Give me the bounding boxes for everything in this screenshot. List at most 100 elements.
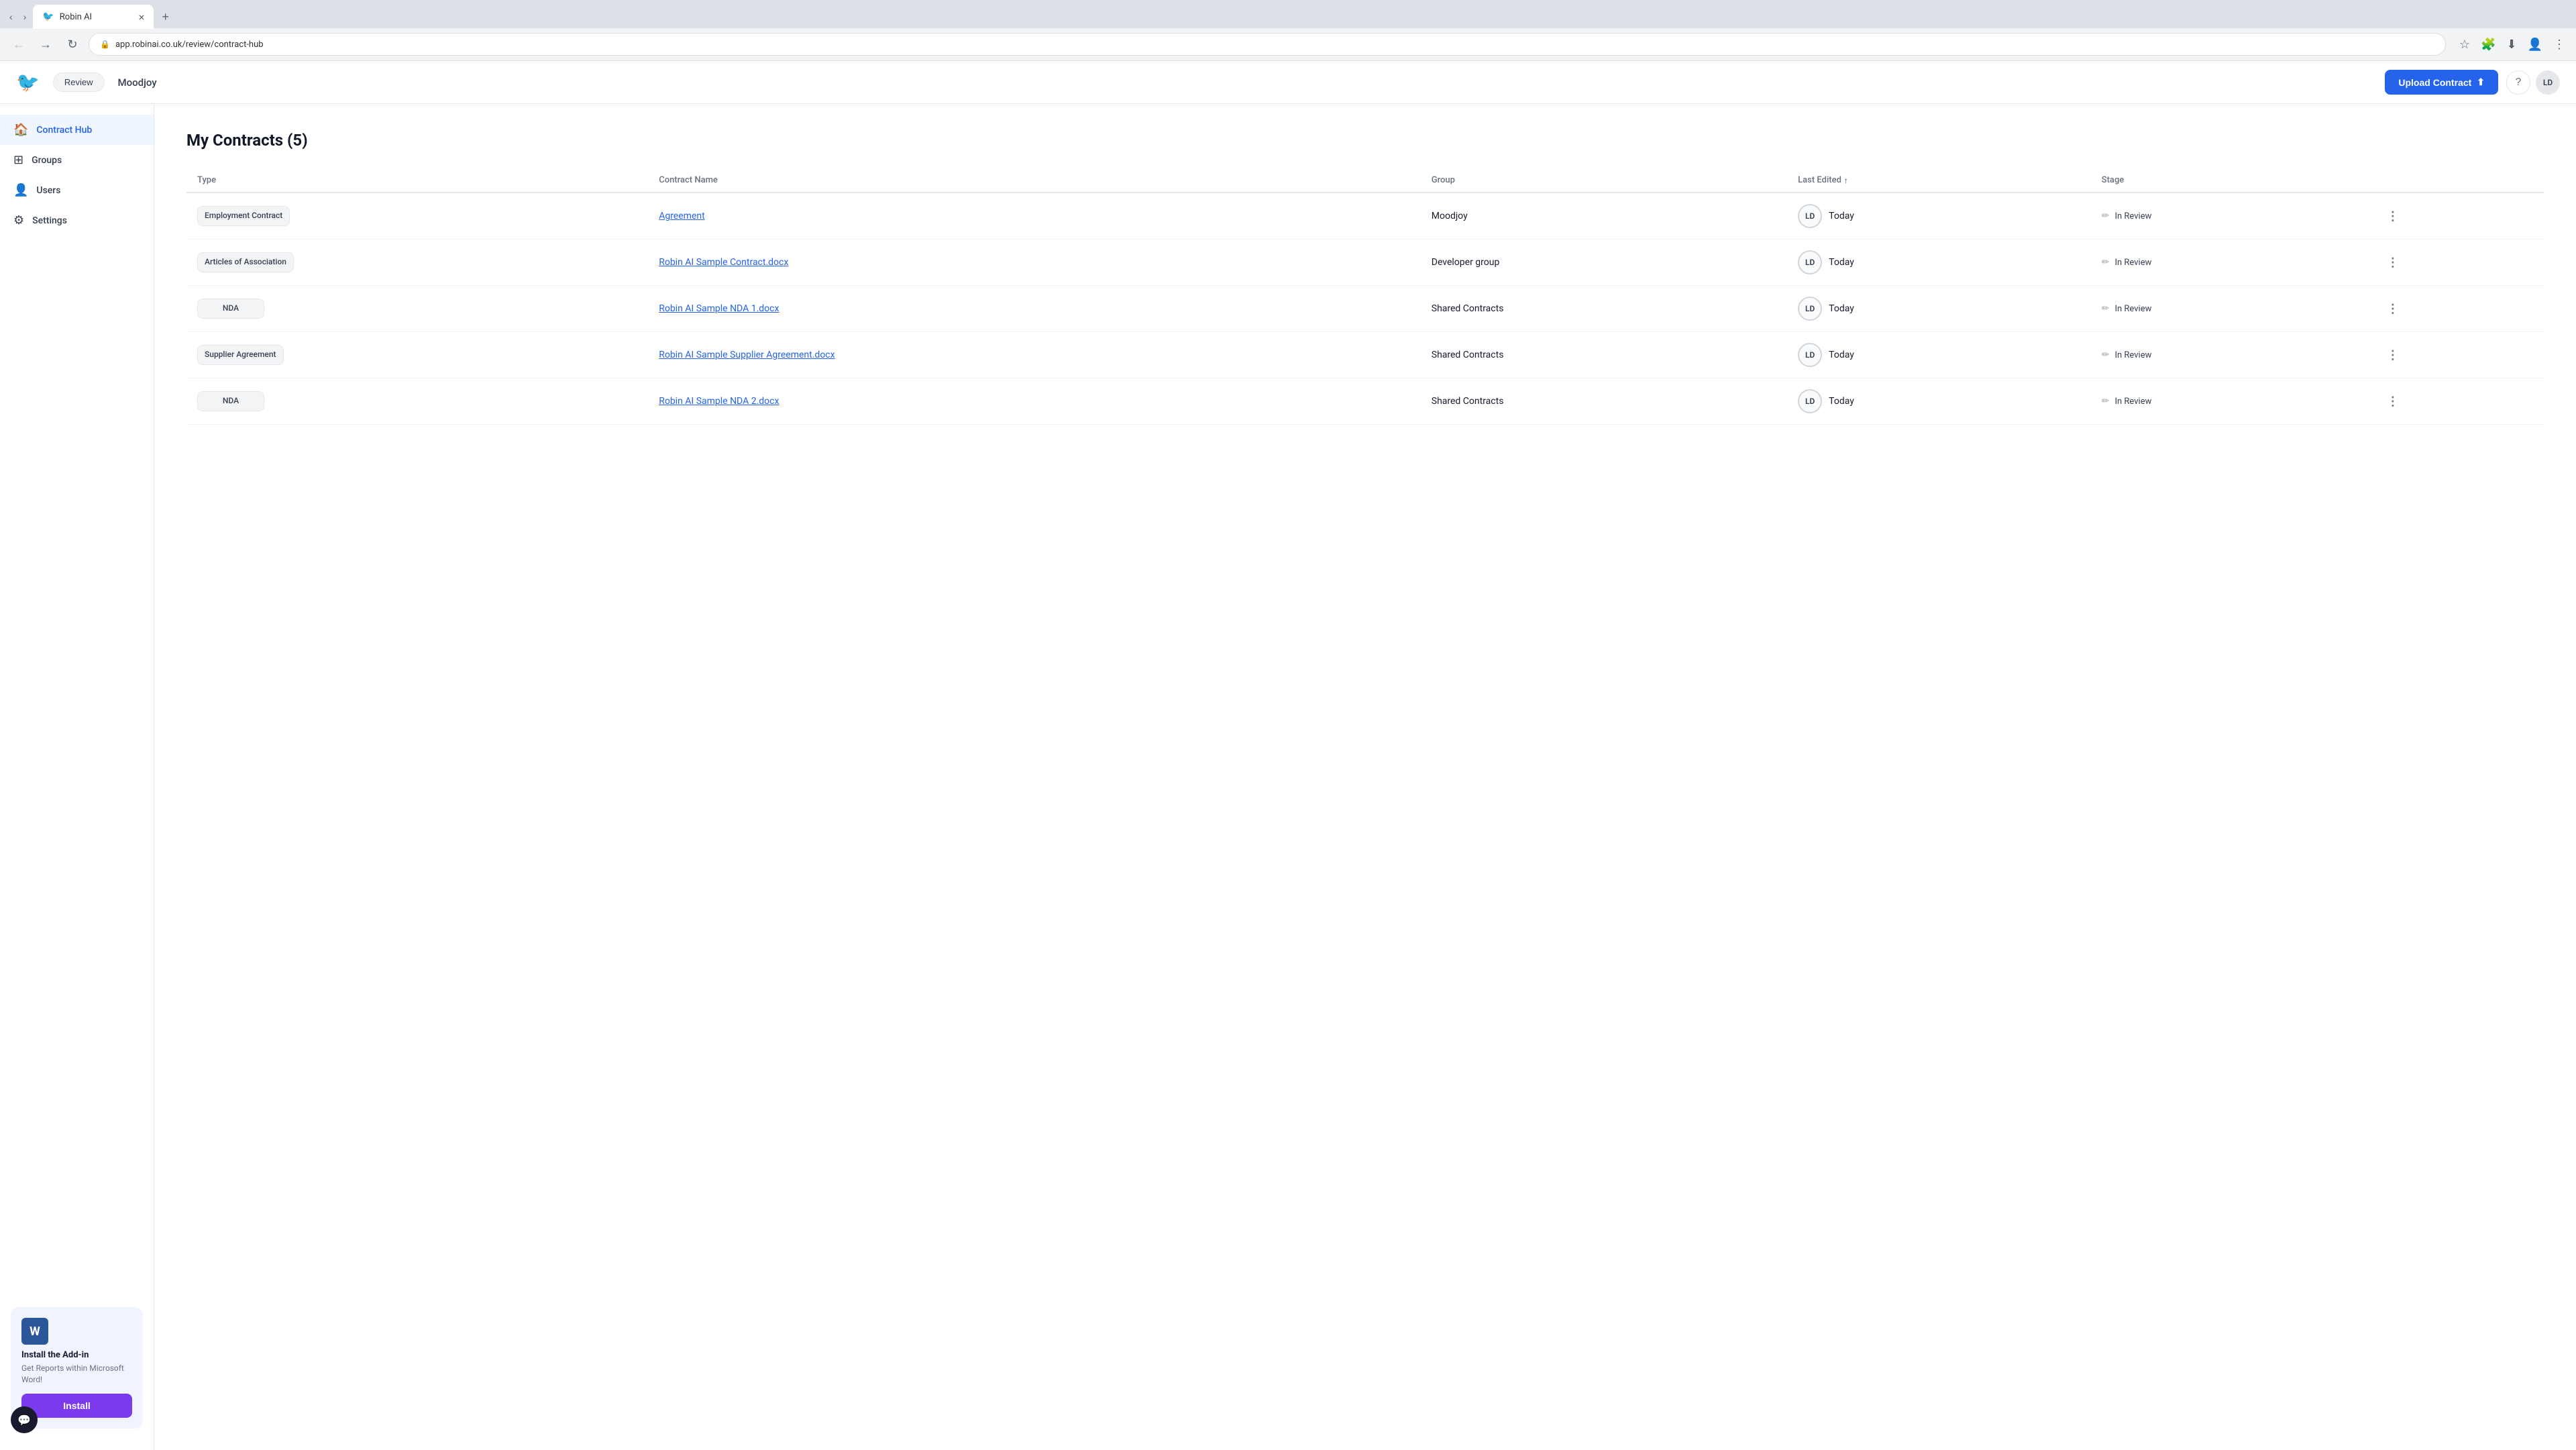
addon-desc: Get Reports within Microsoft Word! [21,1363,132,1386]
cell-type-0: Employment Contract [186,193,648,240]
cell-group-2: Shared Contracts [1421,286,1787,332]
review-button[interactable]: Review [53,72,105,92]
col-stage: Stage [2091,168,2371,193]
sidebar-item-contract-hub[interactable]: 🏠 Contract Hub [0,115,154,145]
upload-icon: ⬆ [2477,76,2485,88]
install-button[interactable]: Install [21,1394,132,1418]
download-button[interactable]: ⬇ [2504,35,2519,54]
logo-bird-icon: 🐦 [16,71,40,93]
sidebar-item-users[interactable]: 👤 Users [0,175,154,205]
last-edited-text-3: Today [1829,350,1854,360]
more-options-button-2[interactable]: ⋮ [2381,299,2404,319]
contracts-table: Type Contract Name Group Last Edited ↑ S… [186,168,2544,425]
main-layout: 🏠 Contract Hub ⊞ Groups 👤 Users ⚙ Settin… [0,104,2576,1450]
cell-type-3: Supplier Agreement [186,332,648,378]
sidebar-item-label: Users [36,185,60,196]
bookmark-button[interactable]: ☆ [2457,35,2473,54]
edit-icon-3: ✏ [2102,350,2110,360]
more-options-button-4[interactable]: ⋮ [2381,392,2404,411]
contract-link-4[interactable]: Robin AI Sample NDA 2.docx [659,396,779,407]
cell-group-1: Developer group [1421,240,1787,286]
col-last-edited[interactable]: Last Edited ↑ [1787,168,2091,193]
more-options-button-3[interactable]: ⋮ [2381,346,2404,365]
edit-icon-1: ✏ [2102,257,2110,268]
contract-link-0[interactable]: Agreement [659,211,704,221]
chat-bubble-button[interactable]: 💬 [11,1406,38,1433]
tab-close-button[interactable]: × [139,11,145,23]
avatar-0: LD [1798,204,1822,228]
cell-last-edited-3: LD Today [1787,332,2091,378]
cell-stage-0: ✏ In Review [2091,193,2371,240]
avatar-1: LD [1798,250,1822,274]
cell-more-3: ⋮ [2371,332,2544,378]
edit-icon-2: ✏ [2102,303,2110,314]
table-row: Employment Contract Agreement Moodjoy LD… [186,193,2544,240]
help-icon: ? [2516,76,2522,89]
table-row: NDA Robin AI Sample NDA 1.docx Shared Co… [186,286,2544,332]
cell-stage-1: ✏ In Review [2091,240,2371,286]
app-wrapper: 🐦 Review Moodjoy Upload Contract ⬆ ? LD … [0,61,2576,1450]
last-edited-text-2: Today [1829,303,1854,314]
table-row: NDA Robin AI Sample NDA 2.docx Shared Co… [186,378,2544,425]
type-badge-0: Employment Contract [197,206,290,226]
cell-type-1: Articles of Association [186,240,648,286]
company-name: Moodjoy [118,76,157,89]
user-avatar[interactable]: LD [2536,70,2560,95]
upload-contract-button[interactable]: Upload Contract ⬆ [2385,70,2498,95]
app-header: 🐦 Review Moodjoy Upload Contract ⬆ ? LD [0,61,2576,104]
incognito-button[interactable]: 👤 [2525,35,2545,54]
edit-icon-4: ✏ [2102,396,2110,407]
more-options-button-0[interactable]: ⋮ [2381,207,2404,226]
cell-last-edited-4: LD Today [1787,378,2091,425]
stage-text-3: In Review [2114,350,2151,360]
edit-icon-0: ✏ [2102,211,2110,221]
col-group: Group [1421,168,1787,193]
new-tab-button[interactable]: + [156,7,174,27]
help-button[interactable]: ? [2506,70,2530,95]
contract-link-2[interactable]: Robin AI Sample NDA 1.docx [659,303,779,314]
cell-type-4: NDA [186,378,648,425]
tab-back-chevron[interactable]: ‹ [5,9,17,25]
sidebar-item-groups[interactable]: ⊞ Groups [0,145,154,175]
tab-title: Robin AI [60,12,92,22]
stage-text-2: In Review [2114,304,2151,314]
tab-forward-chevron[interactable]: › [19,9,31,25]
word-icon: W [21,1318,48,1345]
contract-link-3[interactable]: Robin AI Sample Supplier Agreement.docx [659,350,835,360]
back-button[interactable]: ← [8,34,30,55]
more-options-button-1[interactable]: ⋮ [2381,253,2404,272]
groups-icon: ⊞ [13,153,23,167]
cell-last-edited-1: LD Today [1787,240,2091,286]
cell-group-0: Moodjoy [1421,193,1787,240]
reload-button[interactable]: ↻ [62,34,83,55]
sidebar-item-label: Settings [32,215,67,226]
home-icon: 🏠 [13,123,28,137]
address-bar[interactable]: 🔒 app.robinai.co.uk/review/contract-hub [89,33,2446,56]
cell-last-edited-2: LD Today [1787,286,2091,332]
sidebar: 🏠 Contract Hub ⊞ Groups 👤 Users ⚙ Settin… [0,104,154,1450]
nav-actions: ☆ 🧩 ⬇ 👤 ⋮ [2457,35,2568,54]
last-edited-text-4: Today [1829,396,1854,407]
cell-stage-4: ✏ In Review [2091,378,2371,425]
contract-link-1[interactable]: Robin AI Sample Contract.docx [659,257,788,268]
avatar-3: LD [1798,343,1822,367]
menu-button[interactable]: ⋮ [2551,35,2568,54]
sidebar-item-label: Contract Hub [36,125,92,136]
sidebar-item-settings[interactable]: ⚙ Settings [0,205,154,236]
cell-stage-2: ✏ In Review [2091,286,2371,332]
last-edited-text-1: Today [1829,257,1854,268]
browser-tab-robin[interactable]: 🐦 Robin AI × [33,5,154,29]
cell-type-2: NDA [186,286,648,332]
sidebar-item-label: Groups [32,155,62,166]
extensions-button[interactable]: 🧩 [2478,35,2498,54]
type-badge-4: NDA [197,391,264,411]
cell-more-0: ⋮ [2371,193,2544,240]
type-badge-1: Articles of Association [197,252,294,272]
logo: 🐦 [16,71,40,93]
cell-more-2: ⋮ [2371,286,2544,332]
type-badge-2: NDA [197,299,264,319]
type-badge-3: Supplier Agreement [197,345,284,365]
cell-name-3: Robin AI Sample Supplier Agreement.docx [648,332,1421,378]
forward-button[interactable]: → [35,34,56,55]
cell-more-1: ⋮ [2371,240,2544,286]
